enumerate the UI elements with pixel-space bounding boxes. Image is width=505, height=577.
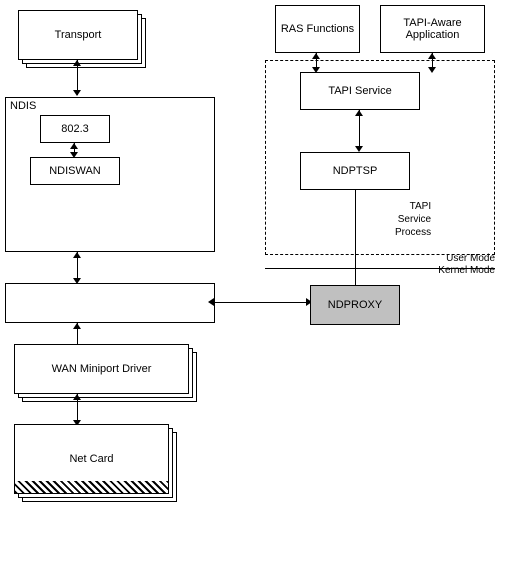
ras-tapi-arrow-up [312, 53, 320, 59]
tapi-ndptsp-arrow-up [355, 110, 363, 116]
connector-box [5, 283, 215, 323]
kernel-mode-label: Kernel Mode [438, 265, 495, 276]
wan-miniport-box: WAN Miniport Driver [14, 344, 189, 394]
connector-wan-arrow-up [73, 323, 81, 329]
ndis-label: NDIS [10, 100, 36, 112]
transport-ndis-arrow-up [73, 60, 81, 66]
tapi-ndptsp-line [359, 110, 360, 150]
dot8023-box: 802.3 [40, 115, 110, 143]
mode-divider-line [265, 268, 495, 269]
ras-functions-box: RAS Functions [275, 5, 360, 53]
ndptsp-box: NDPTSP [300, 152, 410, 190]
tapi-app-box: TAPI-Aware Application [380, 5, 485, 53]
user-mode-label: User Mode [446, 253, 495, 264]
dot8023-ndiswan-arrow-up [70, 143, 78, 149]
tapi-service-box: TAPI Service [300, 72, 420, 110]
tapi-service-process-label: TAPIServiceProcess [395, 200, 431, 239]
connector-ndproxy-arrow-left [208, 298, 214, 306]
transport-box: Transport [18, 10, 138, 60]
transport-ndis-arrow-down [73, 90, 81, 96]
tapi-app-arrow-up [428, 53, 436, 59]
ras-tapi-arrow-down [312, 67, 320, 73]
connector-ndproxy-line [215, 302, 310, 303]
ndptsp-ndproxy-line [355, 190, 356, 290]
net-card-box: Net Card [14, 424, 169, 494]
ndproxy-box: NDPROXY [310, 285, 400, 325]
ndiswan-box: NDISWAN [30, 157, 120, 185]
tapi-app-arrow-down [428, 67, 436, 73]
wan-netcard-arrow-up [73, 394, 81, 400]
net-card-hatch [15, 481, 168, 493]
ndis-bottom-arrow-up [73, 252, 81, 258]
diagram-container: Transport NDIS 802.3 NDISWAN WAN Minipor… [0, 0, 505, 577]
